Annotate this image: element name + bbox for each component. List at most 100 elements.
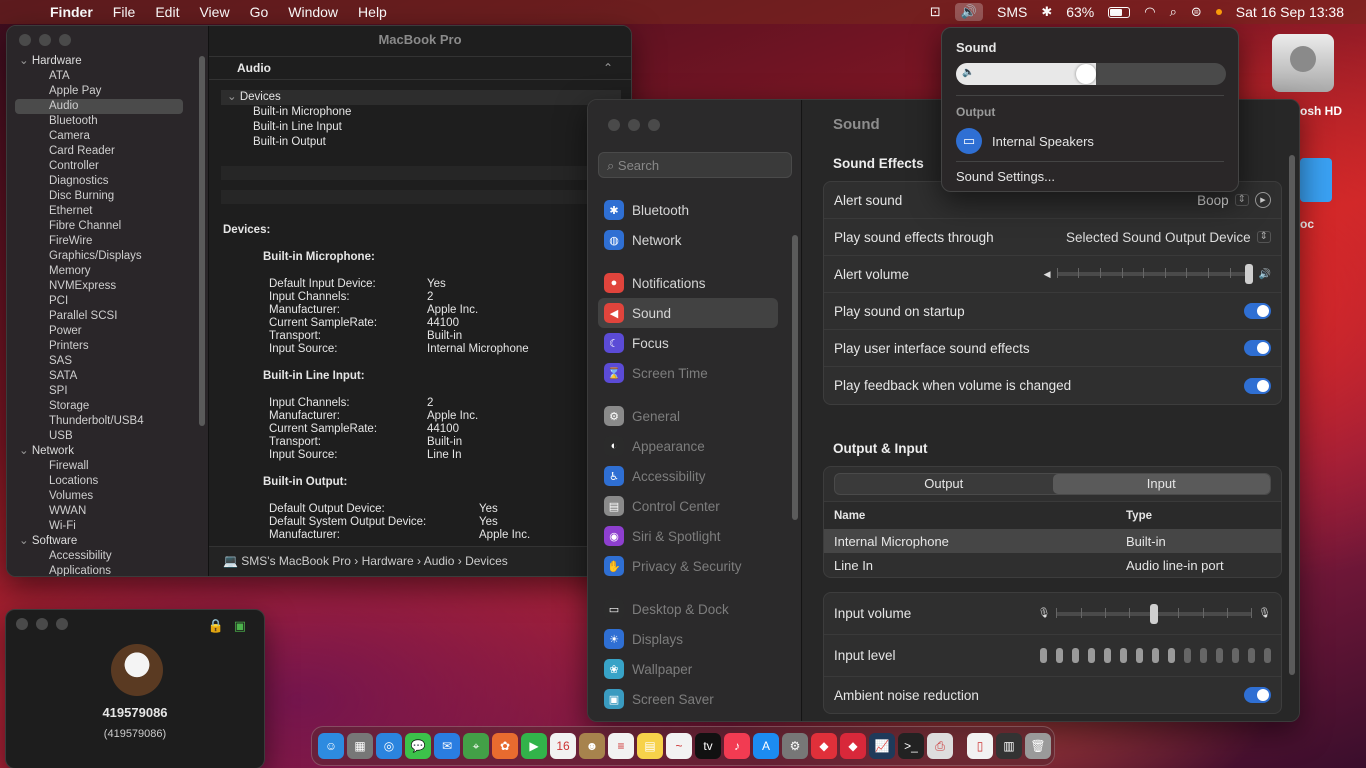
sidebar-item-screen-time[interactable]: ⌛ Screen Time (598, 358, 778, 388)
clock[interactable]: Sat 16 Sep 13:38 (1236, 4, 1344, 20)
tree-item[interactable]: Controller (7, 159, 203, 174)
photos-icon[interactable]: ✿ (492, 733, 518, 759)
finder-icon[interactable]: ☺ (318, 733, 344, 759)
notes-icon[interactable]: ▤ (637, 733, 663, 759)
tree-item[interactable]: FireWire (7, 234, 203, 249)
zoom-button[interactable] (59, 34, 71, 46)
wifi-icon[interactable]: ◠ (1144, 4, 1155, 20)
play-icon[interactable]: ▶ (1255, 192, 1271, 208)
device-row[interactable]: Built-in Line Input (221, 120, 621, 135)
appstore-icon[interactable]: A (753, 733, 779, 759)
safari-icon[interactable]: ◎ (376, 733, 402, 759)
folder-icon[interactable] (1300, 158, 1332, 202)
terminal-icon[interactable]: >_ (898, 733, 924, 759)
appletv-icon[interactable]: tv (695, 733, 721, 759)
tree-item[interactable]: Storage (7, 399, 203, 414)
screen-share-icon[interactable]: ▣ (234, 618, 246, 634)
table-row[interactable]: Line In Audio line-in port (824, 553, 1281, 577)
tree-item[interactable]: SPI (7, 384, 203, 399)
menu-go[interactable]: Go (240, 4, 279, 20)
path-audio[interactable]: Audio (424, 554, 455, 568)
sidebar-item-wallpaper[interactable]: ❀ Wallpaper (598, 654, 778, 684)
tree-item[interactable]: Thunderbolt/USB4 (7, 414, 203, 429)
chevron-up-icon[interactable]: ⌃ (603, 61, 613, 75)
music-icon[interactable]: ♪ (724, 733, 750, 759)
sidebar-item-control-center[interactable]: ▤ Control Center (598, 491, 778, 521)
tree-item[interactable]: Power (7, 324, 203, 339)
tree-item[interactable]: Audio (15, 99, 183, 114)
column-name[interactable]: Name (834, 510, 1126, 522)
tree-item[interactable]: Card Reader (7, 144, 203, 159)
menu-view[interactable]: View (189, 4, 239, 20)
tab-output[interactable]: Output (835, 474, 1053, 494)
tree-item[interactable]: Ethernet (7, 204, 203, 219)
close-button[interactable] (608, 119, 620, 131)
app-red-icon[interactable]: ◆ (811, 733, 837, 759)
tree-item[interactable]: SAS (7, 354, 203, 369)
path-computer[interactable]: SMS's MacBook Pro (241, 554, 351, 568)
sidebar-scrollbar[interactable] (199, 56, 205, 426)
sidebar-item-general[interactable]: ⚙ General (598, 401, 778, 431)
system-settings-icon[interactable]: ⚙ (782, 733, 808, 759)
sidebar-item-bluetooth[interactable]: ✱ Bluetooth (598, 195, 778, 225)
tree-item[interactable]: Graphics/Displays (7, 249, 203, 264)
tree-item[interactable]: Accessibility (7, 549, 203, 564)
downloads-stack-icon[interactable]: ▥ (996, 733, 1022, 759)
menu-edit[interactable]: Edit (145, 4, 189, 20)
spotlight-search-icon[interactable]: ⌕ (1170, 4, 1177, 20)
tree-item[interactable]: Wi-Fi (7, 519, 203, 534)
slider-knob[interactable] (1150, 603, 1159, 624)
sidebar-scrollbar[interactable] (792, 235, 798, 520)
tab-input[interactable]: Input (1052, 474, 1270, 494)
mail-icon[interactable]: ✉ (434, 733, 460, 759)
feedback-toggle[interactable] (1244, 377, 1271, 394)
select-stepper-icon[interactable]: ⇕ (1234, 194, 1249, 206)
devices-group[interactable]: Devices (221, 90, 621, 105)
select-stepper-icon[interactable]: ⇕ (1256, 231, 1271, 243)
sidebar-item-screen-saver[interactable]: ▣ Screen Saver (598, 684, 778, 714)
column-type[interactable]: Type (1126, 510, 1152, 522)
messages-icon[interactable]: 💬 (405, 733, 431, 759)
tree-item[interactable]: ATA (7, 69, 203, 84)
tree-item[interactable]: SATA (7, 369, 203, 384)
tree-section-network[interactable]: Network (7, 444, 203, 459)
path-hardware[interactable]: Hardware (362, 554, 414, 568)
tree-item[interactable]: Bluetooth (7, 114, 203, 129)
zoom-button[interactable] (56, 618, 68, 630)
activity-monitor-icon[interactable]: 📈 (869, 733, 895, 759)
tree-item[interactable]: Disc Burning (7, 189, 203, 204)
sidebar-item-appearance[interactable]: ◐ Appearance (598, 431, 778, 461)
tree-item[interactable]: WWAN (7, 504, 203, 519)
sidebar-item-displays[interactable]: ☀ Displays (598, 624, 778, 654)
tree-item[interactable]: PCI (7, 294, 203, 309)
lock-icon[interactable]: 🔒 (208, 618, 224, 634)
alert-volume-slider[interactable] (1056, 264, 1253, 284)
battery-icon[interactable] (1108, 6, 1131, 18)
sound-settings-link[interactable]: Sound Settings... (956, 169, 1055, 184)
facetime-icon[interactable]: ▶ (521, 733, 547, 759)
bluetooth-status-icon[interactable]: ✱ (1041, 4, 1052, 20)
close-button[interactable] (16, 618, 28, 630)
tree-item[interactable]: Camera (7, 129, 203, 144)
sound-status-icon[interactable]: 🔊 (954, 3, 983, 21)
app-red2-icon[interactable]: ◆ (840, 733, 866, 759)
tree-item[interactable]: Locations (7, 474, 203, 489)
device-row[interactable]: Built-in Output (221, 135, 621, 150)
tree-item[interactable]: Applications (7, 564, 203, 576)
calendar-icon[interactable]: 16 (550, 733, 576, 759)
tree-section-software[interactable]: Software (7, 534, 203, 549)
maps-icon[interactable]: ⌖ (463, 733, 489, 759)
path-devices[interactable]: Devices (465, 554, 508, 568)
launchpad-icon[interactable]: ▦ (347, 733, 373, 759)
menu-help[interactable]: Help (348, 4, 397, 20)
input-volume-slider[interactable] (1056, 603, 1253, 624)
sidebar-item-network[interactable]: ◍ Network (598, 225, 778, 255)
close-button[interactable] (19, 34, 31, 46)
search-input[interactable]: ⌕ Search (598, 152, 792, 178)
tree-item[interactable]: Memory (7, 264, 203, 279)
minimize-button[interactable] (36, 618, 48, 630)
menu-finder[interactable]: Finder (40, 4, 103, 20)
tree-item[interactable]: USB (7, 429, 203, 444)
zoom-button[interactable] (648, 119, 660, 131)
startup-sound-toggle[interactable] (1244, 303, 1271, 319)
